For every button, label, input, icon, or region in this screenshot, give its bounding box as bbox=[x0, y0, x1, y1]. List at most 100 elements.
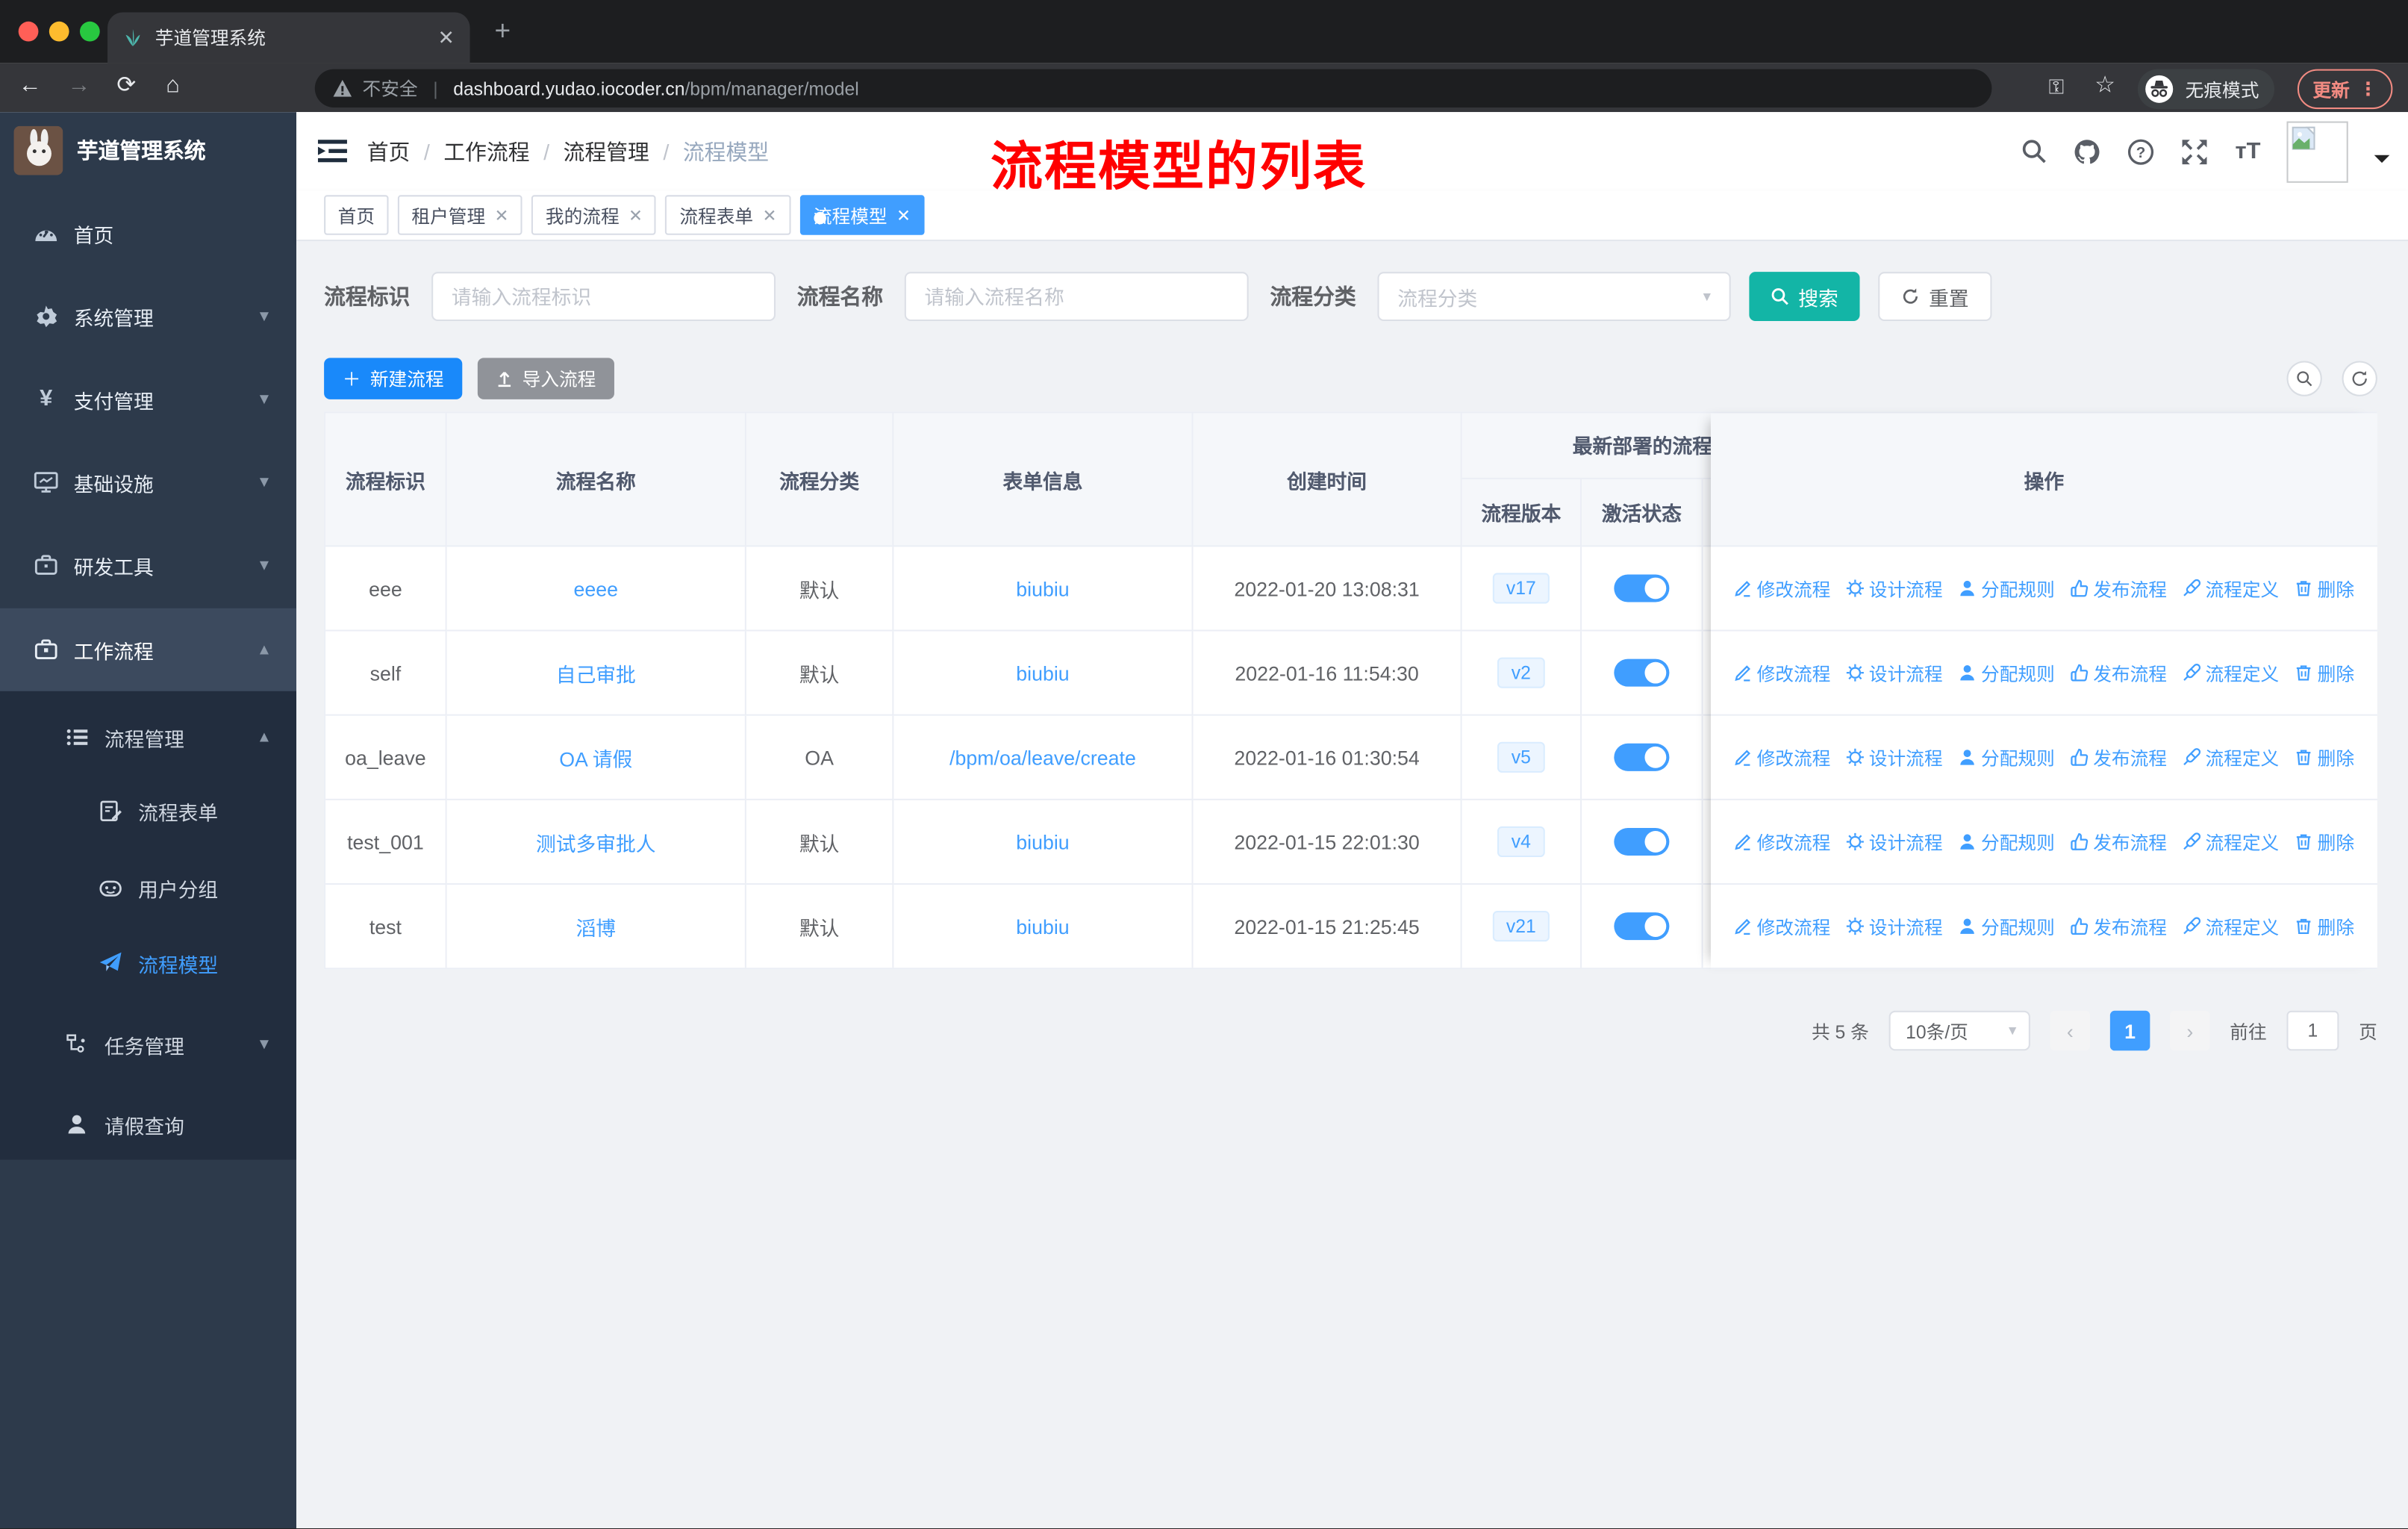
sidebar-item-payment[interactable]: ¥ 支付管理 ▼ bbox=[0, 358, 296, 440]
assign-rule-link[interactable]: 分配规则 bbox=[1958, 744, 2055, 770]
reload-icon[interactable]: ⟳ bbox=[116, 73, 136, 99]
design-process-link[interactable]: 设计流程 bbox=[1846, 744, 1943, 770]
tag-home[interactable]: 首页 bbox=[324, 195, 389, 235]
create-process-button[interactable]: ＋新建流程 bbox=[324, 358, 463, 399]
form-link[interactable]: biubiu bbox=[1016, 915, 1069, 938]
process-name-link[interactable]: 测试多审批人 bbox=[536, 827, 656, 856]
kebab-menu-icon[interactable]: ⋮ bbox=[2359, 78, 2377, 100]
process-definition-link[interactable]: 流程定义 bbox=[2183, 660, 2279, 686]
modify-process-link[interactable]: 修改流程 bbox=[1734, 660, 1830, 686]
process-definition-link[interactable]: 流程定义 bbox=[2183, 575, 2279, 601]
modify-process-link[interactable]: 修改流程 bbox=[1734, 829, 1830, 855]
current-page-button[interactable]: 1 bbox=[2109, 1010, 2150, 1051]
window-close-button[interactable] bbox=[18, 21, 39, 42]
design-process-link[interactable]: 设计流程 bbox=[1846, 913, 1943, 939]
delete-link[interactable]: 删除 bbox=[2295, 913, 2354, 939]
publish-process-link[interactable]: 发布流程 bbox=[2070, 660, 2167, 686]
form-link[interactable]: biubiu bbox=[1016, 661, 1069, 685]
import-process-button[interactable]: 导入流程 bbox=[477, 358, 615, 399]
assign-rule-link[interactable]: 分配规则 bbox=[1958, 913, 2055, 939]
forward-icon[interactable]: → bbox=[68, 73, 91, 99]
version-badge[interactable]: v4 bbox=[1497, 826, 1545, 858]
breadcrumb-process-management[interactable]: 流程管理 bbox=[564, 136, 649, 166]
publish-process-link[interactable]: 发布流程 bbox=[2070, 913, 2167, 939]
design-process-link[interactable]: 设计流程 bbox=[1846, 660, 1943, 686]
show-search-button[interactable] bbox=[2286, 361, 2322, 396]
delete-link[interactable]: 删除 bbox=[2295, 660, 2354, 686]
form-link[interactable]: /bpm/oa/leave/create bbox=[949, 746, 1136, 769]
sidebar-item-infrastructure[interactable]: 基础设施 ▼ bbox=[0, 440, 296, 523]
modify-process-link[interactable]: 修改流程 bbox=[1734, 913, 1830, 939]
update-button[interactable]: 更新 ⋮ bbox=[2297, 69, 2393, 110]
assign-rule-link[interactable]: 分配规则 bbox=[1958, 660, 2055, 686]
publish-process-link[interactable]: 发布流程 bbox=[2070, 829, 2167, 855]
process-name-link[interactable]: 滔博 bbox=[576, 912, 616, 941]
version-badge[interactable]: v5 bbox=[1497, 741, 1545, 773]
active-toggle[interactable] bbox=[1614, 658, 1670, 687]
version-badge[interactable]: v2 bbox=[1497, 657, 1545, 688]
collapse-sidebar-icon[interactable] bbox=[317, 138, 347, 164]
process-definition-link[interactable]: 流程定义 bbox=[2183, 913, 2279, 939]
sidebar-item-leave-query[interactable]: 请假查询 bbox=[0, 1083, 296, 1165]
reset-button[interactable]: 重置 bbox=[1878, 272, 1992, 321]
new-tab-button[interactable]: + bbox=[494, 17, 511, 45]
process-name-link[interactable]: OA 请假 bbox=[559, 743, 632, 772]
process-definition-link[interactable]: 流程定义 bbox=[2183, 829, 2279, 855]
version-badge[interactable]: v17 bbox=[1492, 573, 1550, 604]
form-link[interactable]: biubiu bbox=[1016, 830, 1069, 853]
sidebar-item-task-management[interactable]: 任务管理 ▼ bbox=[0, 1003, 296, 1086]
browser-tab[interactable]: 芋道管理系统 ✕ bbox=[107, 12, 470, 63]
process-name-link[interactable]: 自己审批 bbox=[556, 658, 636, 688]
close-icon[interactable]: ✕ bbox=[628, 205, 643, 225]
assign-rule-link[interactable]: 分配规则 bbox=[1958, 575, 2055, 601]
tag-process-form[interactable]: 流程表单 ✕ bbox=[665, 195, 790, 235]
publish-process-link[interactable]: 发布流程 bbox=[2070, 575, 2167, 601]
goto-page-input[interactable] bbox=[2286, 1010, 2339, 1051]
window-minimize-button[interactable] bbox=[49, 21, 69, 42]
filter-category-select[interactable]: 流程分类 ▾ bbox=[1377, 272, 1731, 321]
sidebar-item-system[interactable]: 系统管理 ▼ bbox=[0, 275, 296, 358]
sidebar-item-devtools[interactable]: 研发工具 ▼ bbox=[0, 524, 296, 607]
sidebar-item-process-management[interactable]: 流程管理 ▲ bbox=[0, 696, 296, 779]
back-icon[interactable]: ← bbox=[19, 73, 42, 99]
search-button[interactable]: 搜索 bbox=[1749, 272, 1860, 321]
search-icon[interactable] bbox=[2022, 138, 2048, 164]
fullscreen-icon[interactable] bbox=[2182, 137, 2209, 165]
sidebar-item-process-form[interactable]: 流程表单 bbox=[0, 773, 296, 850]
active-toggle[interactable] bbox=[1614, 827, 1670, 856]
refresh-table-button[interactable] bbox=[2342, 361, 2377, 396]
form-link[interactable]: biubiu bbox=[1016, 577, 1069, 600]
bookmark-star-icon[interactable]: ☆ bbox=[2094, 73, 2115, 99]
delete-link[interactable]: 删除 bbox=[2295, 744, 2354, 770]
sidebar-item-workflow[interactable]: 工作流程 ▲ bbox=[0, 608, 296, 691]
home-icon[interactable]: ⌂ bbox=[166, 73, 180, 99]
prev-page-button[interactable]: ‹ bbox=[2050, 1010, 2091, 1051]
tag-my-process[interactable]: 我的流程 ✕ bbox=[531, 195, 657, 235]
close-icon[interactable]: ✕ bbox=[896, 205, 911, 225]
design-process-link[interactable]: 设计流程 bbox=[1846, 829, 1943, 855]
address-bar[interactable]: 不安全 | dashboard.yudao.iocoder.cn/bpm/man… bbox=[314, 69, 1992, 108]
tag-process-model[interactable]: 流程模型 ✕ bbox=[799, 195, 925, 235]
font-size-icon[interactable]: ᴛT bbox=[2236, 138, 2261, 164]
process-name-link[interactable]: eeee bbox=[574, 577, 619, 600]
help-icon[interactable]: ? bbox=[2127, 137, 2155, 165]
close-icon[interactable]: ✕ bbox=[495, 205, 509, 225]
publish-process-link[interactable]: 发布流程 bbox=[2070, 744, 2167, 770]
process-definition-link[interactable]: 流程定义 bbox=[2183, 744, 2279, 770]
assign-rule-link[interactable]: 分配规则 bbox=[1958, 829, 2055, 855]
tab-close-icon[interactable]: ✕ bbox=[438, 25, 455, 50]
modify-process-link[interactable]: 修改流程 bbox=[1734, 575, 1830, 601]
close-icon[interactable]: ✕ bbox=[762, 205, 776, 225]
sidebar-item-user-groups[interactable]: 用户分组 bbox=[0, 850, 296, 927]
sidebar-item-process-model[interactable]: 流程模型 bbox=[0, 925, 296, 1002]
filter-id-input[interactable] bbox=[431, 272, 776, 321]
avatar[interactable] bbox=[2286, 120, 2348, 182]
next-page-button[interactable]: › bbox=[2170, 1010, 2210, 1051]
tag-tenant[interactable]: 租户管理 ✕ bbox=[397, 195, 523, 235]
version-badge[interactable]: v21 bbox=[1492, 911, 1550, 942]
delete-link[interactable]: 删除 bbox=[2295, 575, 2354, 601]
breadcrumb-workflow[interactable]: 工作流程 bbox=[443, 136, 529, 166]
page-size-select[interactable]: 10条/页 ▾ bbox=[1888, 1010, 2030, 1051]
active-toggle[interactable] bbox=[1614, 574, 1670, 602]
delete-link[interactable]: 删除 bbox=[2295, 829, 2354, 855]
